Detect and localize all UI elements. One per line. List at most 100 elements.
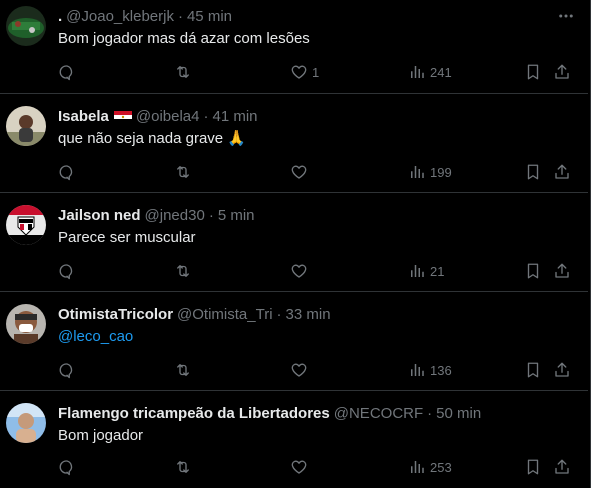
display-name[interactable]: OtimistaTricolor	[58, 306, 173, 323]
bookmark-icon	[524, 163, 542, 181]
retweet-button[interactable]	[174, 261, 192, 281]
reply-icon	[58, 163, 76, 181]
reply-icon	[58, 458, 76, 476]
separator-dot: ·	[208, 206, 214, 224]
like-button[interactable]	[290, 360, 308, 380]
timestamp[interactable]: 50 min	[436, 405, 481, 422]
retweet-button[interactable]	[174, 62, 192, 82]
avatar[interactable]	[6, 304, 46, 344]
bookmark-icon	[524, 63, 542, 81]
retweet-icon	[174, 458, 192, 476]
views-count: 241	[430, 64, 452, 80]
share-icon	[553, 163, 571, 181]
mention-link[interactable]: @leco_cao	[58, 327, 133, 347]
share-icon	[553, 63, 571, 81]
like-button[interactable]	[290, 162, 308, 182]
like-button[interactable]	[290, 261, 308, 281]
bookmark-icon	[524, 361, 542, 379]
retweet-button[interactable]	[174, 457, 192, 477]
like-button[interactable]: 1	[290, 62, 319, 82]
bookmark-button[interactable]	[524, 62, 542, 82]
views-icon	[408, 361, 426, 379]
action-bar: 253	[0, 457, 588, 477]
bookmark-button[interactable]	[524, 261, 542, 281]
like-button[interactable]	[290, 457, 308, 477]
bookmark-button[interactable]	[524, 360, 542, 380]
reply-button[interactable]	[58, 261, 76, 281]
more-icon	[557, 7, 575, 25]
views-button[interactable]: 253	[408, 457, 452, 477]
tweet[interactable]: OtimistaTricolor @Otimista_Tri · 33 min …	[0, 292, 588, 391]
views-count: 21	[430, 263, 445, 279]
views-count: 253	[430, 459, 452, 475]
retweet-button[interactable]	[174, 162, 192, 182]
flag-egypt-icon	[113, 110, 132, 123]
retweet-icon	[174, 163, 192, 181]
action-bar: 136	[0, 360, 588, 380]
user-handle[interactable]: @NECOCRF	[334, 405, 423, 422]
bookmark-button[interactable]	[524, 162, 542, 182]
share-button[interactable]	[553, 162, 571, 182]
reply-button[interactable]	[58, 62, 76, 82]
tweet[interactable]: Jailson ned @jned30 · 5 min Parece ser m…	[0, 193, 588, 292]
tweet[interactable]: Flamengo tricampeão da Libertadores @NEC…	[0, 391, 588, 488]
views-button[interactable]: 136	[408, 360, 452, 380]
reply-button[interactable]	[58, 457, 76, 477]
views-icon	[408, 262, 426, 280]
tweet-text: que não seja nada grave 🙏	[58, 130, 246, 147]
avatar[interactable]	[6, 106, 46, 146]
display-name[interactable]: Jailson ned	[58, 207, 141, 224]
timestamp[interactable]: 33 min	[286, 306, 331, 323]
tweet-header: Flamengo tricampeão da Libertadores @NEC…	[58, 403, 481, 423]
bookmark-button[interactable]	[524, 457, 542, 477]
action-bar: 21	[0, 261, 588, 281]
display-name[interactable]: Isabela	[58, 108, 109, 125]
views-button[interactable]: 241	[408, 62, 452, 82]
timestamp[interactable]: 41 min	[212, 108, 257, 125]
like-icon	[290, 63, 308, 81]
action-bar: 1 241	[0, 62, 588, 82]
views-count: 136	[430, 362, 452, 378]
reply-button[interactable]	[58, 162, 76, 182]
views-button[interactable]: 199	[408, 162, 452, 182]
reply-icon	[58, 262, 76, 280]
avatar[interactable]	[6, 403, 46, 443]
tweet[interactable]: . @Joao_kleberjk · 45 min Bom jogador ma…	[0, 0, 588, 94]
retweet-icon	[174, 262, 192, 280]
retweet-icon	[174, 63, 192, 81]
reply-button[interactable]	[58, 360, 76, 380]
display-name[interactable]: Flamengo tricampeão da Libertadores	[58, 405, 330, 422]
user-handle[interactable]: @Otimista_Tri	[177, 306, 273, 323]
tweet-header: OtimistaTricolor @Otimista_Tri · 33 min	[58, 304, 331, 324]
reply-feed: . @Joao_kleberjk · 45 min Bom jogador ma…	[0, 0, 591, 488]
separator-dot: ·	[203, 107, 209, 125]
like-icon	[290, 361, 308, 379]
avatar[interactable]	[6, 6, 46, 46]
share-icon	[553, 458, 571, 476]
like-icon	[290, 458, 308, 476]
user-handle[interactable]: @Joao_kleberjk	[66, 8, 174, 25]
views-button[interactable]: 21	[408, 261, 444, 281]
share-icon	[553, 361, 571, 379]
share-button[interactable]	[553, 360, 571, 380]
like-icon	[290, 163, 308, 181]
separator-dot: ·	[427, 404, 433, 422]
tweet[interactable]: Isabela @oibela4 · 41 min que não seja n…	[0, 94, 588, 193]
like-count: 1	[312, 64, 320, 80]
display-name[interactable]: .	[58, 8, 62, 25]
bookmark-icon	[524, 262, 542, 280]
timestamp[interactable]: 5 min	[218, 207, 255, 224]
avatar[interactable]	[6, 205, 46, 245]
user-handle[interactable]: @jned30	[145, 207, 205, 224]
share-button[interactable]	[553, 261, 571, 281]
share-button[interactable]	[553, 62, 571, 82]
share-button[interactable]	[553, 457, 571, 477]
tweet-text: Bom jogador	[58, 427, 144, 444]
reply-icon	[58, 63, 76, 81]
views-icon	[408, 163, 426, 181]
timestamp[interactable]: 45 min	[187, 8, 232, 25]
retweet-button[interactable]	[174, 360, 192, 380]
user-handle[interactable]: @oibela4	[136, 108, 200, 125]
more-button[interactable]	[556, 6, 576, 26]
tweet-text: Parece ser muscular	[58, 229, 196, 246]
